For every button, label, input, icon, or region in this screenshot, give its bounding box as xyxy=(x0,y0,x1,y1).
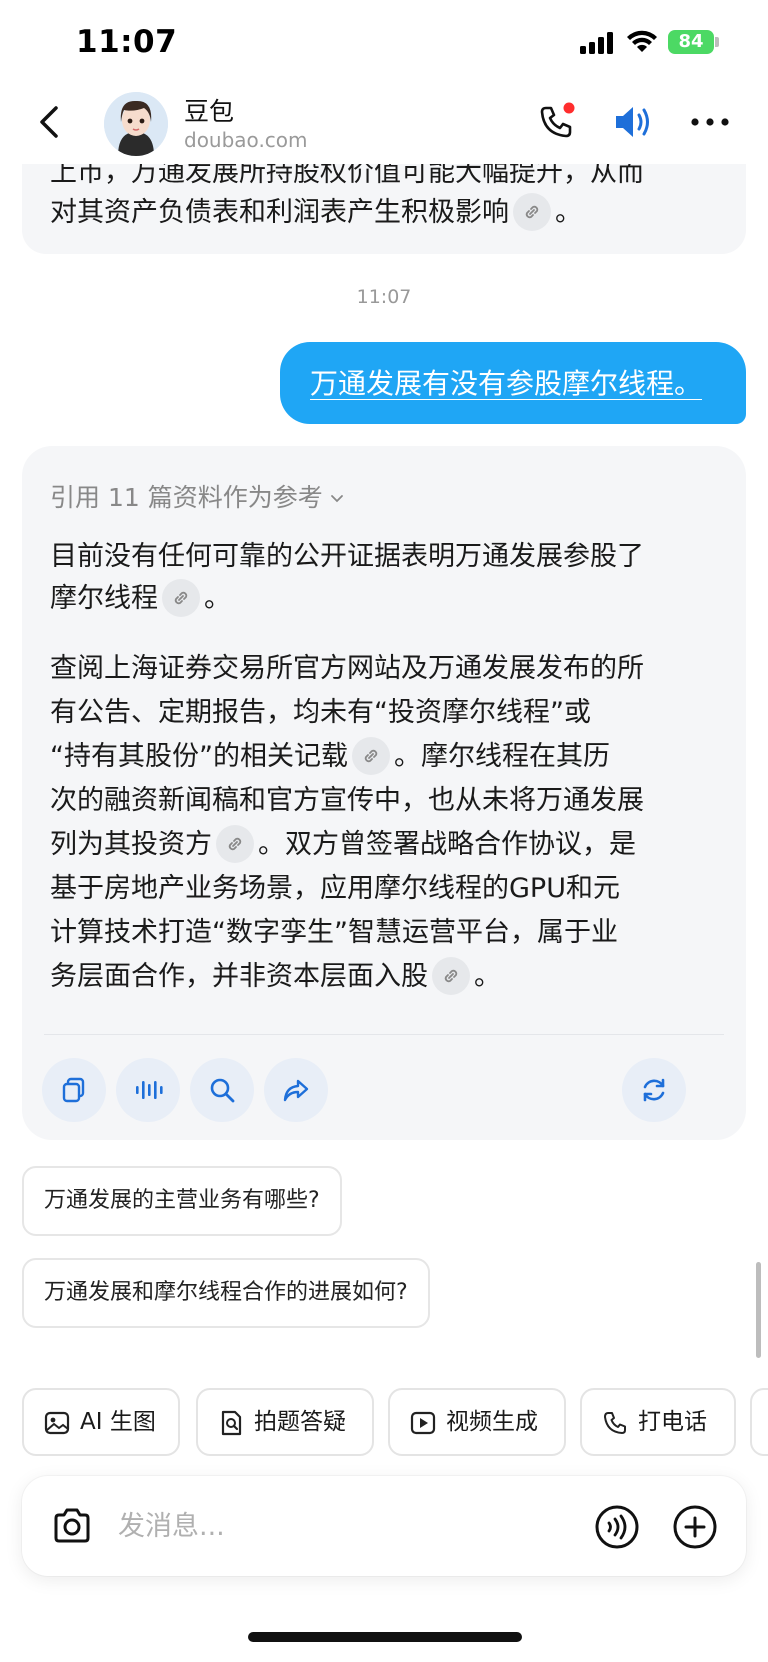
back-arrow-icon[interactable] xyxy=(28,100,68,144)
action-divider xyxy=(44,1034,724,1035)
search-button[interactable] xyxy=(190,1058,254,1122)
share-icon xyxy=(283,1079,309,1102)
paragraph-1-period: 。 xyxy=(204,583,231,614)
tool-label: 拍题答疑 xyxy=(254,1409,346,1435)
avatar-portrait-icon xyxy=(104,92,168,156)
paragraph-2-line-1: 查阅上海证券交易所官方网站及万通发展发布的所 xyxy=(50,653,644,684)
bot-avatar[interactable] xyxy=(104,92,168,156)
tool-label: 打电话 xyxy=(638,1409,707,1435)
paragraph-2-line-6: 基于房地产业务场景，应用摩尔线程的GPU和元 xyxy=(50,873,620,904)
cellular-signal-icon xyxy=(580,32,613,54)
more-options-icon[interactable] xyxy=(690,116,730,128)
camera-icon[interactable] xyxy=(50,1504,94,1548)
message-timestamp: 11:07 xyxy=(356,286,412,308)
tool-photo-question[interactable]: 拍题答疑 xyxy=(196,1388,374,1456)
battery-cap xyxy=(715,37,719,47)
voice-input-icon[interactable] xyxy=(594,1504,640,1550)
reference-toggle[interactable]: 引用 11 篇资料作为参考 xyxy=(50,478,345,514)
message-input[interactable] xyxy=(118,1506,538,1546)
bot-name: 豆包 xyxy=(184,97,235,126)
paragraph-2-line-4: 次的融资新闻稿和官方宣传中，也从未将万通发展 xyxy=(50,785,644,816)
previous-line-2: 对其资产负债表和利润表产生积极影响 xyxy=(50,197,509,228)
status-bar: 11:07 84 xyxy=(0,0,768,86)
voice-wave-icon xyxy=(136,1081,163,1099)
copy-icon xyxy=(62,1077,85,1103)
previous-message-text: 上市，万通发展所持股权价值可能大幅提升，从而 对其资产负债表和利润表产生积极影响… xyxy=(22,164,746,254)
paragraph-2-line-3: “持有其股份”的相关记载 xyxy=(50,741,348,772)
speaker-icon[interactable] xyxy=(612,102,656,142)
paragraph-2-line-5-cont: 。双方曾签署战略合作协议，是 xyxy=(258,829,636,860)
paragraph-2-line-7: 计算技术打造“数字孪生”智慧运营平台，属于业 xyxy=(50,917,618,948)
paragraph-2-line-2: 有公告、定期报告，均未有“投资摩尔线程”或 xyxy=(50,697,591,728)
user-message-text[interactable]: 万通发展有没有参股摩尔线程。 xyxy=(310,362,702,402)
share-button[interactable] xyxy=(264,1058,328,1122)
paragraph-2-line-8: 务层面合作，并非资本层面入股 xyxy=(50,961,428,992)
source-link-icon[interactable] xyxy=(513,192,551,231)
reference-label: 引用 11 篇资料作为参考 xyxy=(50,483,323,512)
chat-header: 豆包 doubao.com xyxy=(0,86,768,164)
chevron-down-icon xyxy=(330,495,343,503)
refresh-icon xyxy=(643,1078,665,1102)
bot-domain: doubao.com xyxy=(184,128,308,152)
home-indicator[interactable] xyxy=(248,1632,522,1642)
tool-label: AI 生图 xyxy=(80,1409,156,1435)
copy-button[interactable] xyxy=(42,1058,106,1122)
suggested-question[interactable]: 万通发展的主营业务有哪些? xyxy=(22,1166,342,1236)
phone-call-icon[interactable] xyxy=(536,102,576,142)
image-icon xyxy=(44,1411,70,1435)
regenerate-button[interactable] xyxy=(622,1058,686,1122)
read-aloud-button[interactable] xyxy=(116,1058,180,1122)
paragraph-1-line-1: 目前没有任何可靠的公开证据表明万通发展参股了 xyxy=(50,541,644,572)
plus-icon[interactable] xyxy=(672,1504,718,1550)
paragraph-2-period: 。 xyxy=(474,961,501,992)
scrollbar[interactable] xyxy=(756,1262,761,1358)
phone-icon xyxy=(604,1412,626,1434)
paragraph-1-line-2: 摩尔线程 xyxy=(50,583,158,614)
previous-line-1: 上市，万通发展所持股权价值可能大幅提升，从而 xyxy=(50,164,644,188)
source-link-icon[interactable] xyxy=(432,956,470,995)
paragraph-2-line-5: 列为其投资方 xyxy=(50,829,212,860)
tool-chip-overflow[interactable] xyxy=(750,1388,768,1456)
previous-end-punct: 。 xyxy=(555,197,582,228)
wifi-icon xyxy=(627,30,657,52)
tool-ai-image[interactable]: AI 生图 xyxy=(22,1388,180,1456)
user-message-bubble[interactable]: 万通发展有没有参股摩尔线程。 xyxy=(280,342,746,424)
suggested-question[interactable]: 万通发展和摩尔线程合作的进展如何? xyxy=(22,1258,430,1328)
tool-label: 视频生成 xyxy=(446,1409,538,1435)
source-link-icon[interactable] xyxy=(351,736,390,775)
status-time: 11:07 xyxy=(76,24,178,60)
tool-phone-call[interactable]: 打电话 xyxy=(580,1388,736,1456)
tool-video-generation[interactable]: 视频生成 xyxy=(388,1388,566,1456)
source-link-icon[interactable] xyxy=(162,578,200,617)
source-link-icon[interactable] xyxy=(216,824,254,863)
paragraph-2-line-3-cont: 。摩尔线程在其历 xyxy=(393,741,610,772)
search-icon xyxy=(210,1078,235,1103)
assistant-message-bubble: 引用 11 篇资料作为参考 目前没有任何可靠的公开证据表明万通发展参股了 摩尔线… xyxy=(22,446,746,1140)
message-input-bar xyxy=(22,1476,746,1576)
battery-indicator: 84 xyxy=(668,30,714,54)
scan-question-icon xyxy=(221,1410,242,1436)
video-icon xyxy=(410,1411,436,1435)
